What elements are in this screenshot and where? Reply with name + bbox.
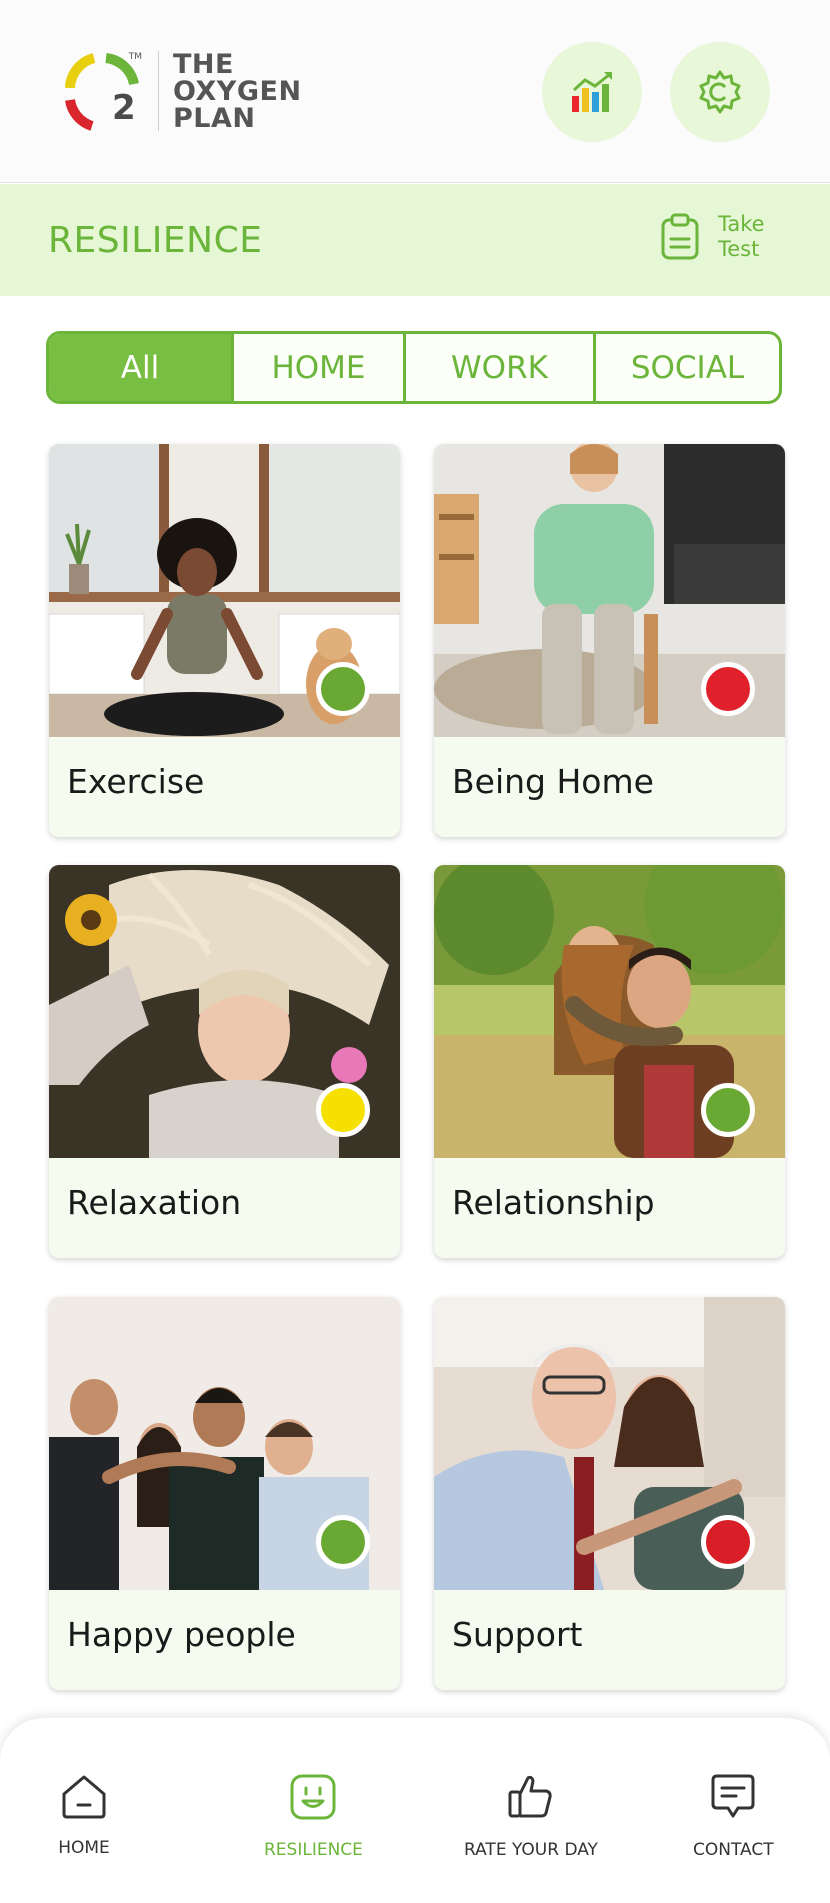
status-indicator [701, 1515, 755, 1569]
tab-work[interactable]: WORK [406, 334, 596, 401]
nav-resilience[interactable]: RESILIENCE [264, 1772, 363, 1860]
card-label: Exercise [67, 762, 205, 801]
nav-rate-your-day-label: RATE YOUR DAY [464, 1840, 598, 1860]
status-indicator [701, 1083, 755, 1137]
card-support[interactable]: Support [434, 1297, 785, 1690]
nav-contact[interactable]: CONTACT [693, 1772, 774, 1860]
status-indicator [701, 662, 755, 716]
card-label: Relationship [452, 1183, 655, 1222]
home-icon [62, 1775, 106, 1819]
oxygen-plan-logo: TM 2 THE OXYGEN PLAN [62, 48, 332, 134]
card-label: Happy people [67, 1615, 296, 1654]
tab-home[interactable]: HOME [234, 334, 406, 401]
nav-rate-your-day[interactable]: RATE YOUR DAY [464, 1772, 598, 1860]
category-tabs: All HOME WORK SOCIAL [46, 331, 782, 404]
logo-line-2: OXYGEN [173, 75, 302, 107]
settings-button[interactable] [670, 42, 770, 142]
card-label: Being Home [452, 762, 654, 801]
status-indicator [316, 1083, 370, 1137]
logo-trademark: TM [128, 52, 142, 62]
section-title-bar: RESILIENCE Take Test [0, 184, 830, 296]
card-being-home[interactable]: Being Home [434, 444, 785, 837]
page-title: RESILIENCE [48, 220, 263, 261]
bottom-navigation: HOME RESILIENCE RATE YOUR DAY CONTACT [0, 1718, 830, 1903]
nav-contact-label: CONTACT [693, 1840, 774, 1860]
thumbs-up-icon [508, 1775, 552, 1818]
nav-home[interactable]: HOME [58, 1772, 110, 1858]
bar-chart-icon [572, 72, 612, 112]
clipboard-icon [661, 213, 699, 260]
logo-number: 2 [112, 88, 136, 128]
take-test-line-1: Take [718, 212, 765, 236]
tab-social[interactable]: SOCIAL [596, 334, 779, 401]
take-test-label: Take Test [718, 212, 778, 262]
chat-icon [711, 1774, 755, 1818]
card-happy-people[interactable]: Happy people [49, 1297, 400, 1690]
take-test-line-2: Test [718, 237, 760, 261]
app-header: TM 2 THE OXYGEN PLAN [0, 0, 830, 183]
stats-button[interactable] [542, 42, 642, 142]
logo-line-3: PLAN [173, 102, 256, 134]
nav-home-label: HOME [58, 1838, 110, 1858]
card-label: Support [452, 1615, 583, 1654]
gear-icon [699, 70, 741, 114]
card-relationship[interactable]: Relationship [434, 865, 785, 1258]
nav-resilience-label: RESILIENCE [264, 1840, 363, 1860]
status-indicator [316, 662, 370, 716]
card-label: Relaxation [67, 1183, 242, 1222]
logo-mark: TM 2 [62, 48, 142, 134]
tab-all[interactable]: All [49, 334, 234, 401]
logo-divider [158, 51, 159, 131]
smiley-icon [290, 1774, 336, 1820]
take-test-button[interactable]: Take Test [660, 212, 778, 262]
card-relaxation[interactable]: Relaxation [49, 865, 400, 1258]
logo-line-1: THE [173, 48, 234, 80]
card-exercise[interactable]: Exercise [49, 444, 400, 837]
logo-wordmark: THE OXYGEN PLAN [173, 51, 302, 132]
status-indicator [316, 1515, 370, 1569]
